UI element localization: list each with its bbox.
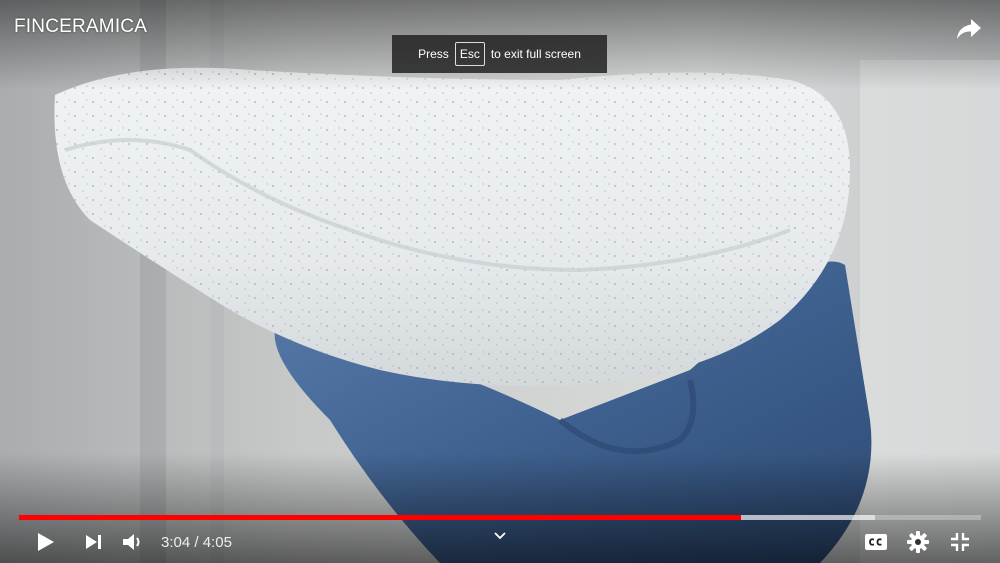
play-button[interactable] <box>30 522 62 562</box>
progress-played <box>19 515 742 520</box>
closed-captions-icon <box>865 534 887 550</box>
share-button[interactable] <box>954 14 984 44</box>
gear-icon <box>907 531 929 553</box>
fullscreen-exit-toast: Press Esc to exit full screen <box>392 35 607 73</box>
toast-prefix: Press <box>418 47 449 61</box>
video-frame[interactable] <box>0 0 1000 563</box>
mute-button[interactable] <box>118 522 148 562</box>
control-bar: 3:04 / 4:05 <box>0 522 1000 563</box>
time-separator: / <box>190 533 203 551</box>
captions-button[interactable] <box>862 522 890 562</box>
play-icon <box>37 532 55 552</box>
volume-icon <box>122 532 144 552</box>
current-time: 3:04 <box>161 533 191 551</box>
next-button[interactable] <box>80 522 108 562</box>
esc-key-badge: Esc <box>454 42 485 66</box>
video-player[interactable]: FINCERAMICA Press Esc to exit full scree… <box>0 0 1000 563</box>
time-display: 3:04 / 4:05 <box>161 522 232 562</box>
chapter-expand-button[interactable] <box>489 516 511 556</box>
next-track-icon <box>85 534 103 550</box>
exit-fullscreen-icon <box>950 532 970 552</box>
share-arrow-icon <box>956 18 982 40</box>
toast-suffix: to exit full screen <box>490 47 581 61</box>
exit-fullscreen-button[interactable] <box>946 522 974 562</box>
chevron-down-icon <box>494 532 506 540</box>
duration: 4:05 <box>202 533 232 551</box>
video-title[interactable]: FINCERAMICA <box>14 16 147 38</box>
settings-button[interactable] <box>904 522 932 562</box>
